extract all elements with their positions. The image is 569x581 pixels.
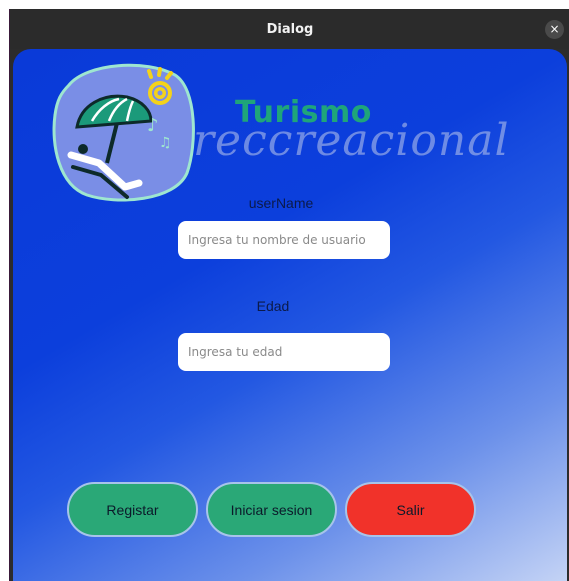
username-label: userName <box>248 195 314 211</box>
dialog-window: Dialog × ♪ ♫ reccreacional Turismo userN… <box>9 9 569 581</box>
beach-umbrella-logo-icon: ♪ ♫ <box>52 63 195 202</box>
brand-title: Turismo <box>235 95 372 130</box>
exit-button[interactable]: Salir <box>345 482 476 537</box>
age-input[interactable] <box>178 333 390 371</box>
username-input[interactable] <box>178 221 390 259</box>
close-button[interactable]: × <box>545 20 564 39</box>
age-label: Edad <box>256 298 290 314</box>
exit-button-label: Salir <box>396 501 425 518</box>
login-button-label: Iniciar sesion <box>230 501 313 518</box>
dialog-content: ♪ ♫ reccreacional Turismo userName Edad … <box>13 49 567 581</box>
close-icon: × <box>549 22 560 36</box>
window-title: Dialog <box>266 21 314 37</box>
svg-text:♪: ♪ <box>147 115 159 136</box>
svg-text:♫: ♫ <box>159 135 172 151</box>
login-button[interactable]: Iniciar sesion <box>206 482 337 537</box>
register-button[interactable]: Registar <box>67 482 198 537</box>
title-bar: Dialog × <box>10 9 569 49</box>
register-button-label: Registar <box>106 501 159 518</box>
